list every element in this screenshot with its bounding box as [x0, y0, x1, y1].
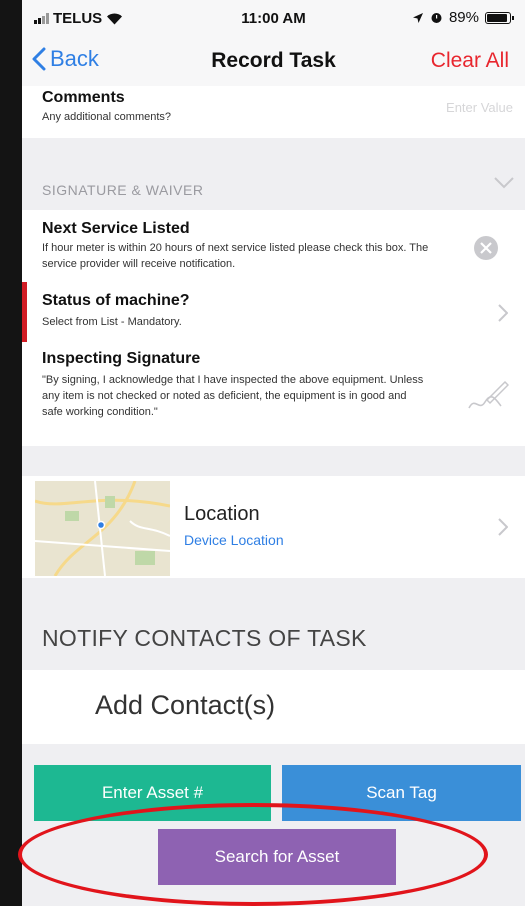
status-left: TELUS — [34, 10, 123, 27]
battery-percent: 89% — [448, 9, 479, 26]
location-field[interactable]: Location Device Location — [22, 476, 525, 578]
checkbox-icon[interactable] — [472, 234, 500, 262]
field-title: Status of machine? — [42, 292, 190, 309]
add-contact-button[interactable]: Add Contact(s) — [22, 670, 525, 744]
comments-input-placeholder[interactable]: Enter Value — [446, 100, 513, 115]
comments-subtitle: Any additional comments? — [42, 111, 172, 123]
section-header-label: SIGNATURE & WAIVER — [42, 182, 204, 198]
wifi-icon — [107, 13, 123, 25]
field-subtitle: "By signing, I acknowledge that I have i… — [42, 374, 424, 418]
scan-tag-button[interactable]: Scan Tag — [282, 765, 521, 821]
device-bezel — [0, 0, 22, 906]
clear-all-button[interactable]: Clear All — [431, 49, 509, 73]
location-subtitle: Device Location — [184, 532, 284, 548]
navigation-bar: Back Record Task Clear All — [22, 36, 525, 86]
comments-title: Comments — [42, 89, 125, 106]
signal-icon — [34, 13, 49, 24]
back-button-label: Back — [50, 46, 99, 71]
alarm-icon — [431, 13, 442, 23]
carrier-name: TELUS — [53, 10, 103, 27]
add-contact-label: Add Contact(s) — [95, 690, 276, 720]
section-header-signature[interactable]: SIGNATURE & WAIVER — [22, 170, 525, 210]
search-for-asset-button[interactable]: Search for Asset — [158, 829, 396, 885]
field-title: Inspecting Signature — [42, 350, 201, 367]
mandatory-indicator — [22, 282, 27, 342]
chevron-right-icon — [498, 518, 508, 536]
signature-pen-icon[interactable] — [467, 378, 509, 412]
battery-icon — [485, 11, 514, 24]
comments-field[interactable]: Comments Any additional comments? Enter … — [22, 86, 525, 138]
map-image — [35, 481, 170, 576]
chevron-right-icon — [498, 304, 508, 322]
enter-asset-button[interactable]: Enter Asset # — [34, 765, 271, 821]
location-title: Location — [184, 503, 260, 525]
field-inspecting-signature[interactable]: Inspecting Signature "By signing, I ackn… — [22, 348, 525, 444]
field-title: Next Service Listed — [42, 220, 190, 237]
location-arrow-icon — [412, 12, 423, 23]
map-thumbnail — [35, 481, 170, 576]
signature-waiver-card: Next Service Listed If hour meter is wit… — [22, 210, 525, 446]
field-subtitle: If hour meter is within 20 hours of next… — [42, 242, 429, 270]
chevron-down-icon[interactable] — [493, 176, 515, 190]
status-bar: TELUS 11:00 AM 89% — [22, 0, 525, 36]
notify-contacts-header: NOTIFY CONTACTS OF TASK — [42, 625, 367, 651]
field-next-service[interactable]: Next Service Listed If hour meter is wit… — [22, 210, 525, 280]
field-subtitle: Select from List - Mandatory. — [42, 316, 182, 328]
chevron-left-icon — [32, 47, 46, 71]
field-status-of-machine[interactable]: Status of machine? Select from List - Ma… — [22, 282, 525, 342]
back-button[interactable]: Back — [32, 46, 99, 72]
phone-screen: TELUS 11:00 AM 89% Back Record Task Clea… — [22, 0, 525, 906]
status-right: 89% — [412, 9, 514, 26]
